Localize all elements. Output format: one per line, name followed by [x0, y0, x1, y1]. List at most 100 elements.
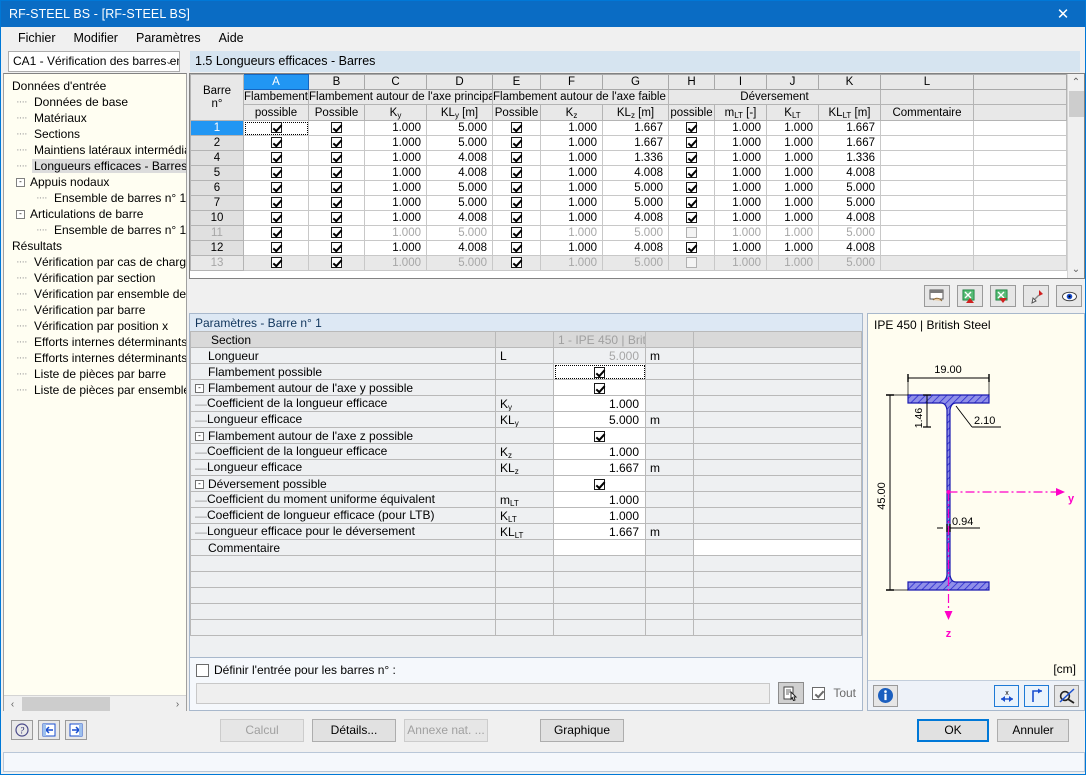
- table-row[interactable]: 2 1.000 5.000 1.000 1.667 1.000 1.000 1.667: [190, 135, 1067, 151]
- grid-column-header-D[interactable]: D: [426, 74, 493, 90]
- grid-row-number[interactable]: 6: [190, 180, 244, 196]
- grid-cell-y-possible[interactable]: [308, 180, 365, 196]
- grid-column-header-K[interactable]: K: [818, 74, 881, 90]
- parameter-expander-icon[interactable]: -: [195, 431, 204, 441]
- table-row[interactable]: 10 1.000 4.008 1.000 4.008 1.000 1.000 4.008: [190, 210, 1067, 226]
- parameter-value-text[interactable]: [553, 539, 646, 556]
- checkbox-icon[interactable]: [331, 242, 342, 254]
- grid-cell-kly[interactable]: 4.008: [426, 240, 493, 256]
- parameter-value[interactable]: 1.000: [553, 491, 646, 508]
- grid-cell-ltb-possible[interactable]: [668, 225, 715, 241]
- grid-cell-kllt[interactable]: 5.000: [818, 180, 881, 196]
- grid-cell-comment[interactable]: [880, 120, 974, 136]
- menu-item-aide[interactable]: Aide: [210, 29, 253, 47]
- grid-cell-z-possible[interactable]: [492, 165, 541, 181]
- grid-cell-z-possible[interactable]: [492, 120, 541, 136]
- checkbox-icon[interactable]: [511, 242, 522, 254]
- parameter-checkbox-cell[interactable]: [553, 427, 646, 444]
- tree-expander-icon[interactable]: -: [16, 177, 25, 187]
- grid-cell-mlt[interactable]: 1.000: [714, 210, 767, 226]
- checkbox-icon[interactable]: [511, 212, 522, 224]
- parameter-row[interactable]: [190, 603, 862, 620]
- checkbox-icon[interactable]: [511, 167, 522, 179]
- excel-export-icon[interactable]: [990, 285, 1016, 307]
- grid-cell-klt[interactable]: 1.000: [766, 195, 819, 211]
- grid-cell-y-possible[interactable]: [308, 195, 365, 211]
- grid-cell-kllt[interactable]: 5.000: [818, 195, 881, 211]
- checkbox-icon[interactable]: [270, 182, 282, 194]
- grid-cell-ky[interactable]: 1.000: [364, 255, 427, 271]
- checkbox-icon[interactable]: [686, 227, 697, 239]
- parameter-row[interactable]: [190, 619, 862, 636]
- grid-cell-buckling-possible[interactable]: [243, 165, 309, 181]
- grid-cell-buckling-possible[interactable]: [243, 180, 309, 196]
- grid-cell-klt[interactable]: 1.000: [766, 225, 819, 241]
- grid-row-number[interactable]: 10: [190, 210, 244, 226]
- grid-cell-ltb-possible[interactable]: [668, 210, 715, 226]
- grid-row-number[interactable]: 11: [190, 225, 244, 241]
- checkbox-icon[interactable]: [686, 197, 697, 209]
- table-row[interactable]: 1 1.000 5.000 1.000 1.667 1.000 1.000 1.667: [190, 120, 1067, 136]
- sidebar-item-7[interactable]: ···· Ensemble de barres n° 1 - S: [8, 190, 186, 206]
- print-preview-icon[interactable]: [924, 285, 950, 307]
- parameter-value[interactable]: 1.667: [553, 523, 646, 540]
- checkbox-icon[interactable]: [270, 197, 282, 209]
- grid-cell-klz[interactable]: 4.008: [602, 240, 669, 256]
- table-row[interactable]: 5 1.000 4.008 1.000 4.008 1.000 1.000 4.008: [190, 165, 1067, 181]
- scrollbar-thumb[interactable]: [1068, 91, 1084, 117]
- sidebar-item-5[interactable]: ···· Longueurs efficaces - Barres: [8, 158, 186, 174]
- grid-cell-z-possible[interactable]: [492, 240, 541, 256]
- excel-import-icon[interactable]: [957, 285, 983, 307]
- grid-cell-comment[interactable]: [880, 210, 974, 226]
- checkbox-icon[interactable]: [331, 167, 342, 179]
- scroll-left-icon[interactable]: ‹: [4, 696, 21, 712]
- checkbox-icon[interactable]: [331, 122, 342, 134]
- sidebar-item-11[interactable]: ···· Vérification par cas de charge: [8, 254, 186, 270]
- grid-cell-ltb-possible[interactable]: [668, 195, 715, 211]
- grid-cell-ky[interactable]: 1.000: [364, 120, 427, 136]
- grid-cell-comment[interactable]: [880, 240, 974, 256]
- grid-cell-kly[interactable]: 4.008: [426, 210, 493, 226]
- parameter-checkbox-cell[interactable]: [553, 363, 646, 380]
- grid-cell-ltb-possible[interactable]: [668, 165, 715, 181]
- table-row[interactable]: 7 1.000 5.000 1.000 5.000 1.000 1.000 5.000: [190, 195, 1067, 211]
- checkbox-icon[interactable]: [511, 122, 522, 134]
- parameter-row[interactable]: —Coefficient de la longueur efficace Ky 1.…: [190, 395, 862, 412]
- parameter-value[interactable]: 5.000: [553, 347, 646, 364]
- grid-column-header-H[interactable]: H: [668, 74, 715, 90]
- sidebar-horizontal-scrollbar[interactable]: ‹ ›: [4, 695, 186, 712]
- pick-members-icon[interactable]: [778, 682, 805, 704]
- checkbox-icon[interactable]: [270, 242, 282, 254]
- grid-cell-kly[interactable]: 5.000: [426, 195, 493, 211]
- grid-cell-y-possible[interactable]: [308, 150, 365, 166]
- grid-cell-klz[interactable]: 4.008: [602, 210, 669, 226]
- sidebar-item-3[interactable]: ···· Sections: [8, 126, 186, 142]
- menu-item-parametres[interactable]: Paramètres: [127, 29, 210, 47]
- parameter-row[interactable]: Commentaire: [190, 539, 862, 556]
- grid-cell-klt[interactable]: 1.000: [766, 150, 819, 166]
- checkbox-icon[interactable]: [270, 257, 282, 269]
- checkbox-icon[interactable]: [511, 197, 522, 209]
- axes-icon[interactable]: [1024, 684, 1049, 707]
- info-icon[interactable]: [873, 684, 898, 707]
- table-row[interactable]: 6 1.000 5.000 1.000 5.000 1.000 1.000 5.000: [190, 180, 1067, 196]
- grid-cell-kllt[interactable]: 1.667: [818, 135, 881, 151]
- grid-cell-comment[interactable]: [880, 195, 974, 211]
- checkbox-icon[interactable]: [331, 152, 342, 164]
- checkbox-icon[interactable]: [270, 137, 282, 149]
- import-prev-icon[interactable]: [38, 720, 60, 740]
- grid-cell-comment[interactable]: [880, 255, 974, 271]
- grid-cell-klt[interactable]: 1.000: [766, 165, 819, 181]
- parameter-row[interactable]: Longueur L 5.000 m: [190, 347, 862, 364]
- scroll-right-icon[interactable]: ›: [169, 696, 186, 712]
- grid-cell-klz[interactable]: 5.000: [602, 195, 669, 211]
- scroll-up-icon[interactable]: ⌃: [1068, 74, 1085, 91]
- grid-cell-ltb-possible[interactable]: [668, 180, 715, 196]
- grid-cell-ltb-possible[interactable]: [668, 135, 715, 151]
- checkbox-icon[interactable]: [270, 212, 282, 224]
- hatch-toggle-icon[interactable]: [1054, 684, 1079, 707]
- sidebar-item-1[interactable]: ···· Données de base: [8, 94, 186, 110]
- table-row[interactable]: 11 1.000 5.000 1.000 5.000 1.000 1.000 5.000: [190, 225, 1067, 241]
- grid-row-number[interactable]: 5: [190, 165, 244, 181]
- help-icon[interactable]: ?: [11, 720, 33, 740]
